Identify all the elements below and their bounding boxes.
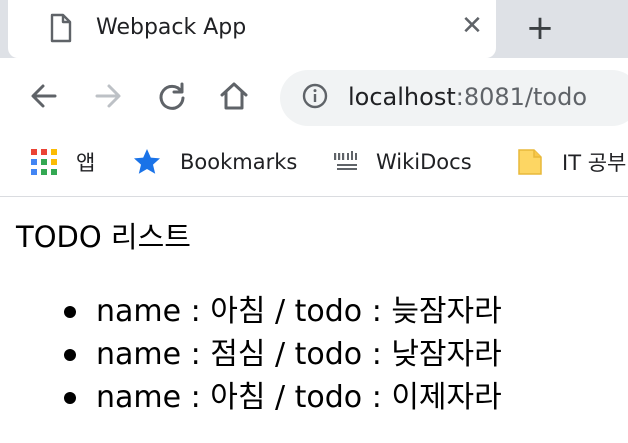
plus-icon: +: [525, 8, 555, 48]
folder-icon: [518, 149, 542, 175]
info-icon[interactable]: [302, 83, 328, 109]
back-arrow-icon: [31, 84, 57, 108]
bullet-icon: [64, 349, 76, 361]
bullet-icon: [64, 392, 76, 404]
star-icon: [134, 149, 160, 174]
bookmark-label: IT 공부: [562, 151, 627, 175]
url-text[interactable]: localhost:8081/todo: [348, 82, 587, 112]
todo-text: name : 아침 / todo : 늦잠자라: [96, 294, 502, 329]
bullet-icon: [64, 306, 76, 318]
bookmarks-bar: 앱 Bookmarks WikiDocs IT 공부: [0, 134, 628, 197]
new-tab-button[interactable]: +: [520, 8, 560, 48]
bookmark-wikidocs[interactable]: WikiDocs: [332, 146, 472, 178]
reload-button[interactable]: [152, 76, 192, 116]
reload-icon: [159, 82, 185, 110]
bookmark-label: 앱: [76, 151, 96, 175]
document-icon: [50, 13, 72, 43]
todo-text: name : 점심 / todo : 낮잠자라: [96, 337, 502, 372]
browser-toolbar: localhost:8081/todo: [0, 58, 628, 134]
home-button[interactable]: [214, 76, 254, 116]
bookmark-label: WikiDocs: [376, 150, 472, 174]
forward-arrow-icon: [95, 84, 121, 108]
wikidocs-icon: [334, 151, 357, 170]
home-icon: [220, 82, 248, 110]
bookmark-label: Bookmarks: [180, 150, 298, 174]
url-host: localhost: [348, 83, 456, 111]
close-tab-icon[interactable]: ✕: [456, 10, 488, 42]
bookmark-apps[interactable]: 앱: [30, 146, 95, 178]
bookmark-folder-it[interactable]: IT 공부: [516, 146, 626, 178]
browser-tab[interactable]: Webpack App ✕: [8, 0, 496, 58]
forward-button[interactable]: [88, 76, 128, 116]
close-tab-glyph: ✕: [461, 11, 483, 41]
page-content: TODO 리스트 name : 아침 / todo : 늦잠자라 name : …: [0, 198, 628, 443]
page-title: TODO 리스트: [16, 220, 191, 254]
url-port-path: :8081/todo: [455, 83, 587, 111]
bookmark-bookmarks[interactable]: Bookmarks: [132, 146, 297, 178]
tab-strip: Webpack App ✕ +: [0, 0, 628, 58]
apps-grid-icon: [31, 149, 57, 175]
back-button[interactable]: [24, 76, 64, 116]
todo-text: name : 아침 / todo : 이제자라: [96, 380, 502, 415]
tab-title: Webpack App: [96, 15, 247, 40]
address-bar[interactable]: localhost:8081/todo: [280, 70, 628, 126]
